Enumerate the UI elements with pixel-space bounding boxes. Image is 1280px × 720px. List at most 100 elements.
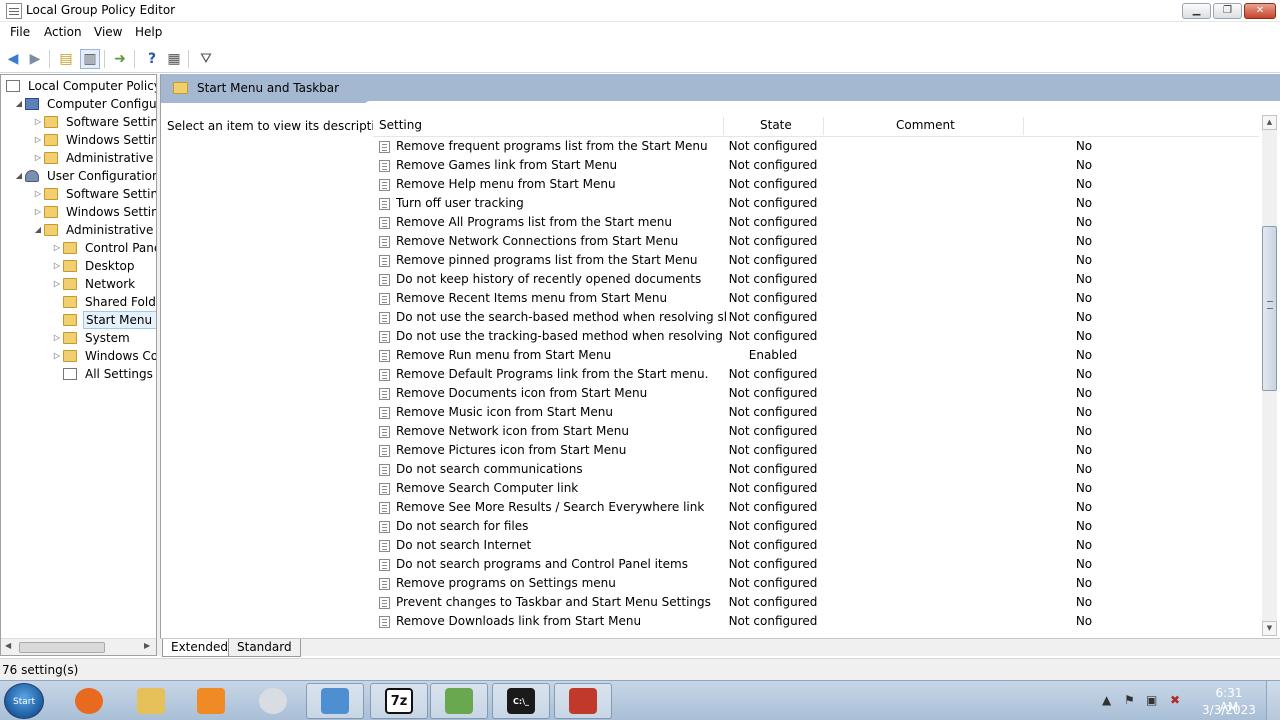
- table-row[interactable]: [373, 632, 1259, 635]
- table-row[interactable]: Remove Music icon from Start Menu Not con…: [373, 403, 1259, 422]
- scroll-down-icon[interactable]: ▼: [1262, 621, 1277, 636]
- taskbar-app-button[interactable]: [244, 683, 302, 719]
- tab-extended[interactable]: Extended: [162, 639, 237, 657]
- table-row[interactable]: Remove All Programs list from the Start …: [373, 213, 1259, 232]
- collapsed-arrow-icon[interactable]: ▷: [33, 113, 43, 131]
- taskbar-app-button[interactable]: [182, 683, 240, 719]
- start-button[interactable]: Start: [4, 683, 44, 719]
- scroll-thumb[interactable]: [1262, 226, 1277, 391]
- help-icon[interactable]: ?: [142, 49, 162, 69]
- setting-comment: No: [1075, 329, 1093, 343]
- close-button[interactable]: ✕: [1244, 3, 1276, 19]
- forward-arrow-icon[interactable]: ▶: [25, 49, 45, 69]
- show-hide-tree-icon[interactable]: ▥: [80, 49, 100, 69]
- details-title: Start Menu and Taskbar: [197, 81, 340, 95]
- table-row[interactable]: Remove Games link from Start Menu Not con…: [373, 156, 1259, 175]
- scroll-right-icon[interactable]: ▶: [144, 641, 150, 650]
- collapsed-arrow-icon[interactable]: ▷: [33, 149, 43, 167]
- menu-help[interactable]: Help: [135, 25, 162, 39]
- collapsed-arrow-icon[interactable]: ▷: [52, 257, 62, 275]
- expanded-arrow-icon[interactable]: ◢: [33, 221, 43, 239]
- action-center-flag-icon[interactable]: ⚑: [1124, 693, 1135, 707]
- menu-action[interactable]: Action: [44, 25, 82, 39]
- table-row[interactable]: Remove frequent programs list from the S…: [373, 137, 1259, 156]
- setting-name: Remove programs on Settings menu: [396, 576, 616, 590]
- taskbar-app-button[interactable]: [554, 683, 612, 719]
- filter-icon[interactable]: ⛛: [196, 49, 216, 69]
- scroll-thumb[interactable]: [19, 642, 105, 653]
- table-row[interactable]: Remove pinned programs list from the Sta…: [373, 251, 1259, 270]
- menu-file[interactable]: File: [10, 25, 30, 39]
- table-row[interactable]: Do not use the search-based method when …: [373, 308, 1259, 327]
- table-row[interactable]: Do not search communications Not configur…: [373, 460, 1259, 479]
- folder-icon: [44, 224, 58, 236]
- table-row[interactable]: Do not keep history of recently opened d…: [373, 270, 1259, 289]
- table-row[interactable]: Remove Default Programs link from the St…: [373, 365, 1259, 384]
- setting-name: Remove Documents icon from Start Menu: [396, 386, 648, 400]
- properties-icon[interactable]: ▦: [164, 49, 184, 69]
- view-tabs: Extended Standard: [160, 638, 1280, 657]
- show-hidden-icons-icon[interactable]: ▲: [1102, 693, 1111, 707]
- table-row[interactable]: Remove Search Computer link Not configure…: [373, 479, 1259, 498]
- table-row[interactable]: Remove Downloads link from Start Menu Not…: [373, 612, 1259, 631]
- setting-state: Not configured: [728, 329, 818, 343]
- collapsed-arrow-icon[interactable]: ▷: [52, 347, 62, 365]
- column-comment[interactable]: Comment: [896, 118, 955, 132]
- vertical-scrollbar[interactable]: ▲ ▼: [1262, 115, 1277, 636]
- collapsed-arrow-icon[interactable]: ▷: [52, 329, 62, 347]
- table-row[interactable]: Remove Documents icon from Start Menu Not…: [373, 384, 1259, 403]
- policy-setting-icon: [379, 578, 390, 590]
- tree-horizontal-scrollbar[interactable]: ◀ ▶: [1, 638, 156, 655]
- scroll-left-icon[interactable]: ◀: [5, 641, 11, 650]
- volume-muted-icon[interactable]: ✖: [1170, 693, 1180, 707]
- folder-icon: [173, 82, 188, 94]
- column-setting[interactable]: Setting: [379, 118, 422, 132]
- taskbar-app-button[interactable]: [306, 683, 364, 719]
- back-arrow-icon[interactable]: ◀: [3, 49, 23, 69]
- table-row[interactable]: Prevent changes to Taskbar and Start Men…: [373, 593, 1259, 612]
- minimize-button[interactable]: ▁: [1182, 3, 1211, 19]
- policy-setting-icon: [379, 160, 390, 172]
- taskbar-app-button[interactable]: [60, 683, 118, 719]
- taskbar-app-button[interactable]: [430, 683, 488, 719]
- setting-comment: No: [1075, 386, 1093, 400]
- tab-standard[interactable]: Standard: [228, 639, 301, 657]
- export-list-icon[interactable]: ➜: [110, 49, 130, 69]
- taskbar-app-button[interactable]: C:\_: [492, 683, 550, 719]
- network-icon[interactable]: ▣: [1146, 693, 1157, 707]
- table-row[interactable]: Remove Network Connections from Start Me…: [373, 232, 1259, 251]
- table-row[interactable]: Remove Help menu from Start Menu Not conf…: [373, 175, 1259, 194]
- maximize-button[interactable]: ❐: [1213, 3, 1242, 19]
- policy-setting-icon: [379, 521, 390, 533]
- expanded-arrow-icon[interactable]: ◢: [14, 167, 24, 185]
- up-folder-icon[interactable]: ▤: [56, 49, 76, 69]
- collapsed-arrow-icon[interactable]: ▷: [52, 275, 62, 293]
- taskbar-app-button[interactable]: 7z: [370, 683, 428, 719]
- table-row[interactable]: Remove programs on Settings menu Not conf…: [373, 574, 1259, 593]
- policy-setting-icon: [379, 255, 390, 267]
- table-row[interactable]: Do not use the tracking-based method whe…: [373, 327, 1259, 346]
- collapsed-arrow-icon[interactable]: ▷: [33, 203, 43, 221]
- table-row[interactable]: Do not search programs and Control Panel…: [373, 555, 1259, 574]
- collapsed-arrow-icon[interactable]: ▷: [52, 239, 62, 257]
- policy-editor-icon: [6, 3, 22, 19]
- table-row[interactable]: Turn off user tracking Not configured No: [373, 194, 1259, 213]
- table-row[interactable]: Remove Run menu from Start Menu Enabled No: [373, 346, 1259, 365]
- setting-comment: No: [1075, 291, 1093, 305]
- show-desktop-button[interactable]: [1266, 681, 1280, 720]
- description-text: Select an item to view its description.: [167, 119, 394, 133]
- table-row[interactable]: Remove Network icon from Start Menu Not c…: [373, 422, 1259, 441]
- taskbar-app-button[interactable]: [122, 683, 180, 719]
- scroll-up-icon[interactable]: ▲: [1262, 115, 1277, 130]
- clock-date[interactable]: 3/3/2023: [1202, 703, 1256, 717]
- table-row[interactable]: Do not search for files Not configured No: [373, 517, 1259, 536]
- menu-view[interactable]: View: [94, 25, 122, 39]
- expanded-arrow-icon[interactable]: ◢: [14, 95, 24, 113]
- table-row[interactable]: Remove See More Results / Search Everywh…: [373, 498, 1259, 517]
- column-state[interactable]: State: [760, 118, 792, 132]
- table-row[interactable]: Remove Pictures icon from Start Menu Not …: [373, 441, 1259, 460]
- table-row[interactable]: Do not search Internet Not configured No: [373, 536, 1259, 555]
- collapsed-arrow-icon[interactable]: ▷: [33, 185, 43, 203]
- table-row[interactable]: Remove Recent Items menu from Start Menu…: [373, 289, 1259, 308]
- collapsed-arrow-icon[interactable]: ▷: [33, 131, 43, 149]
